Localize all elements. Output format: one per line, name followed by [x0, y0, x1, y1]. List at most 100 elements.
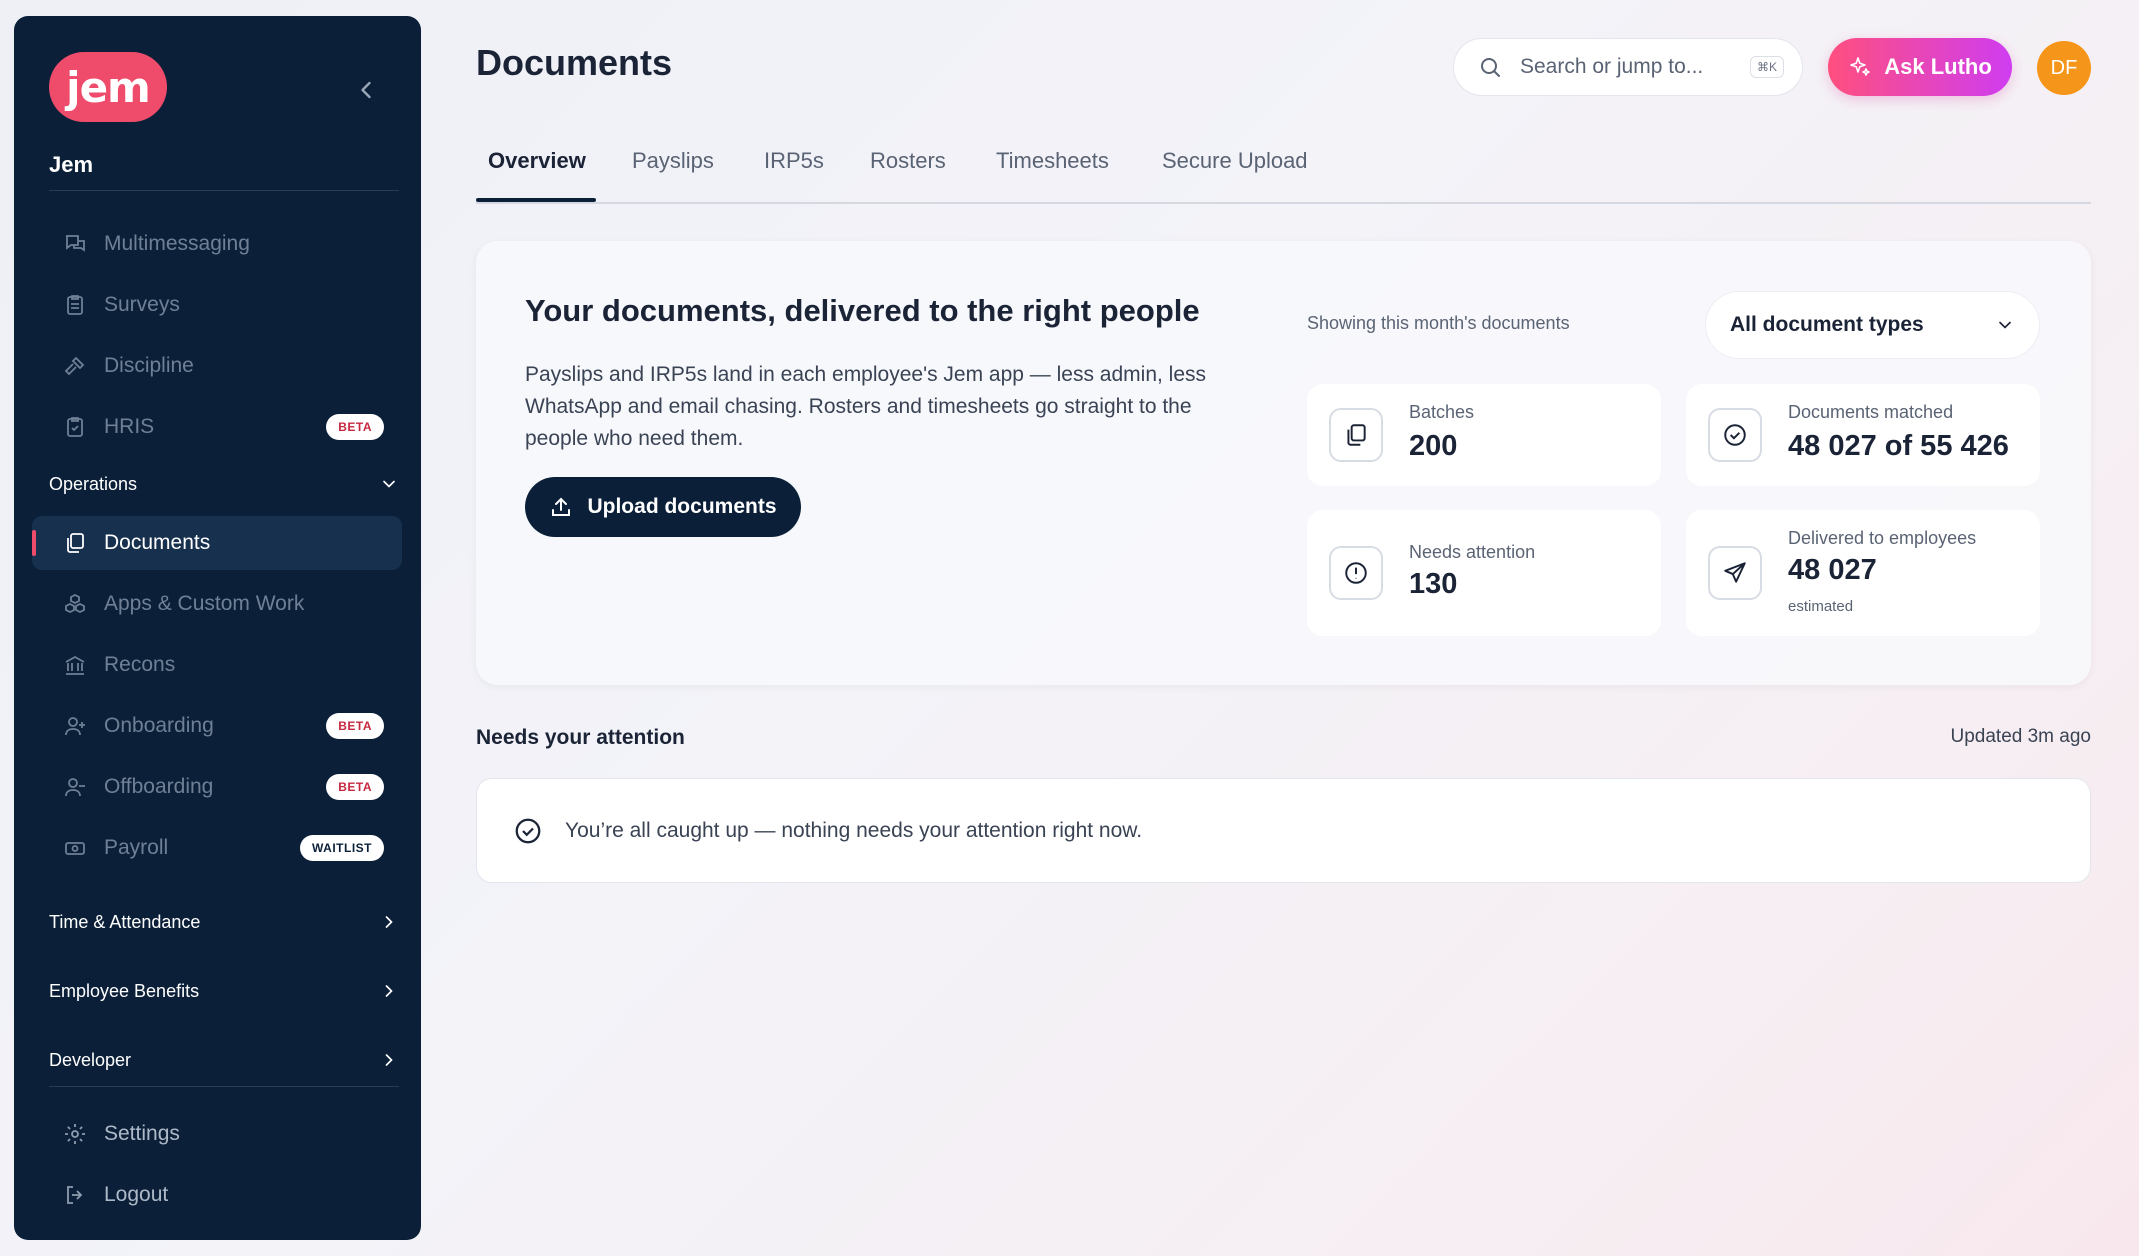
- check-circle-icon: [1708, 408, 1762, 462]
- chevron-right-icon: [385, 985, 393, 997]
- tab-overview[interactable]: Overview: [488, 148, 586, 174]
- sidebar-item-multimessaging[interactable]: Multimessaging: [32, 217, 402, 271]
- section-operations[interactable]: Operations: [49, 464, 399, 504]
- tab-rosters[interactable]: Rosters: [870, 148, 946, 174]
- stat-label: Batches: [1409, 402, 1475, 422]
- sidebar-item-label: Offboarding: [104, 775, 214, 798]
- document-type-select[interactable]: All document types: [1705, 291, 2040, 359]
- tab-bar: Overview Payslips IRP5s Rosters Timeshee…: [476, 140, 2091, 204]
- clipboard-check-icon: [62, 414, 88, 440]
- sidebar-item-logout[interactable]: Logout: [32, 1168, 402, 1222]
- all-caught-up-message: You’re all caught up — nothing needs you…: [476, 778, 2091, 883]
- sidebar-item-label: Settings: [104, 1122, 180, 1145]
- sidebar-item-label: Payroll: [104, 836, 169, 859]
- upload-icon: [552, 497, 571, 516]
- sidebar-item-hris[interactable]: HRIS BETA: [32, 400, 402, 454]
- upload-label: Upload documents: [587, 495, 777, 518]
- showing-text: Showing this month's documents: [1307, 313, 1570, 333]
- chevron-down-icon: [383, 480, 395, 488]
- sidebar-item-label: Logout: [104, 1183, 169, 1206]
- gavel-icon: [62, 353, 88, 379]
- documents-icon: [62, 530, 88, 556]
- send-icon: [1708, 546, 1762, 600]
- documents-icon: [1329, 408, 1383, 462]
- sidebar-item-offboarding[interactable]: Offboarding BETA: [32, 760, 402, 814]
- stat-label: Needs attention: [1409, 542, 1536, 562]
- sidebar-item-apps[interactable]: Apps & Custom Work: [32, 577, 402, 631]
- avatar[interactable]: DF: [2037, 41, 2091, 95]
- banknote-icon: [62, 835, 88, 861]
- sidebar-divider: [49, 1086, 399, 1087]
- stat-subtext: estimated: [1788, 598, 1854, 615]
- section-label: Developer: [49, 1049, 132, 1070]
- beta-badge: BETA: [326, 713, 384, 739]
- sidebar-item-settings[interactable]: Settings: [32, 1107, 402, 1161]
- waitlist-badge: WAITLIST: [300, 835, 384, 861]
- shortcut-hint: ⌘K: [1749, 56, 1784, 78]
- stat-needs-attention: Needs attention 130: [1307, 510, 1661, 636]
- beta-badge: BETA: [326, 414, 384, 440]
- collapse-sidebar-button[interactable]: [352, 76, 380, 104]
- ask-label: Ask Lutho: [1884, 54, 1992, 79]
- user-plus-icon: [62, 713, 88, 739]
- org-name: Jem: [49, 152, 94, 177]
- stat-delivered: Delivered to employees 48 027 estimated: [1686, 510, 2040, 636]
- tab-payslips[interactable]: Payslips: [632, 148, 714, 174]
- sidebar-item-onboarding[interactable]: Onboarding BETA: [32, 699, 402, 753]
- sidebar-item-documents[interactable]: Documents: [32, 516, 402, 570]
- tab-irp5s[interactable]: IRP5s: [764, 148, 824, 174]
- beta-badge: BETA: [326, 774, 384, 800]
- ask-lutho-button[interactable]: Ask Lutho: [1828, 38, 2012, 96]
- hero-title: Your documents, delivered to the right p…: [525, 293, 1200, 328]
- logout-icon: [62, 1182, 88, 1208]
- section-employee-benefits[interactable]: Employee Benefits: [49, 971, 399, 1011]
- sidebar-item-label: Multimessaging: [104, 232, 250, 255]
- hero-description: Payslips and IRP5s land in each employee…: [525, 363, 1207, 450]
- sidebar-item-payroll[interactable]: Payroll WAITLIST: [32, 821, 402, 875]
- page-title: Documents: [476, 42, 673, 83]
- chevron-left-icon: [361, 81, 371, 99]
- section-developer[interactable]: Developer: [49, 1040, 399, 1080]
- sidebar-item-surveys[interactable]: Surveys: [32, 278, 402, 332]
- sidebar-item-label: Surveys: [104, 293, 180, 316]
- search-icon: [1481, 58, 1500, 77]
- sparkle-icon: [1850, 57, 1871, 76]
- sidebar-divider: [49, 190, 399, 191]
- overview-card: Your documents, delivered to the right p…: [476, 241, 2091, 685]
- sidebar-item-label: HRIS: [104, 415, 155, 438]
- sidebar-item-label: Documents: [104, 531, 211, 554]
- tab-secure-upload[interactable]: Secure Upload: [1162, 148, 1308, 174]
- stat-batches: Batches 200: [1307, 384, 1661, 486]
- sidebar-item-label: Recons: [104, 653, 176, 676]
- select-value: All document types: [1730, 313, 1924, 336]
- chevron-down-icon: [1999, 321, 2011, 329]
- cubes-icon: [62, 591, 88, 617]
- stat-value: 48 027: [1788, 554, 1877, 586]
- sidebar-item-recons[interactable]: Recons: [32, 638, 402, 692]
- search-input[interactable]: Search or jump to... ⌘K: [1453, 38, 1803, 96]
- gear-icon: [62, 1121, 88, 1147]
- sidebar-item-discipline[interactable]: Discipline: [32, 339, 402, 393]
- sidebar-item-label: Onboarding: [104, 714, 214, 737]
- check-circle-icon: [513, 816, 543, 846]
- caught-up-text: You’re all caught up — nothing needs you…: [565, 818, 1143, 842]
- needs-attention-title: Needs your attention: [476, 726, 685, 749]
- clipboard-icon: [62, 292, 88, 318]
- stat-value: 200: [1409, 430, 1458, 462]
- sidebar-item-label: Apps & Custom Work: [104, 592, 305, 615]
- upload-documents-button[interactable]: Upload documents: [525, 477, 801, 537]
- section-label: Time & Attendance: [49, 911, 201, 932]
- stat-value: 48 027 of 55 426: [1788, 430, 2009, 462]
- updated-timestamp: Updated 3m ago: [1950, 726, 2092, 747]
- jem-logo: jem: [49, 52, 167, 122]
- section-label: Operations: [49, 473, 138, 494]
- sidebar: jem Jem Multimessaging Surveys Disciplin…: [14, 16, 421, 1240]
- bank-icon: [62, 652, 88, 678]
- section-time-attendance[interactable]: Time & Attendance: [49, 902, 399, 942]
- tab-timesheets[interactable]: Timesheets: [996, 148, 1109, 174]
- stat-label: Delivered to employees: [1788, 528, 1977, 548]
- stat-documents-matched: Documents matched 48 027 of 55 426: [1686, 384, 2040, 486]
- user-minus-icon: [62, 774, 88, 800]
- section-label: Employee Benefits: [49, 980, 200, 1001]
- stat-value: 130: [1409, 568, 1458, 600]
